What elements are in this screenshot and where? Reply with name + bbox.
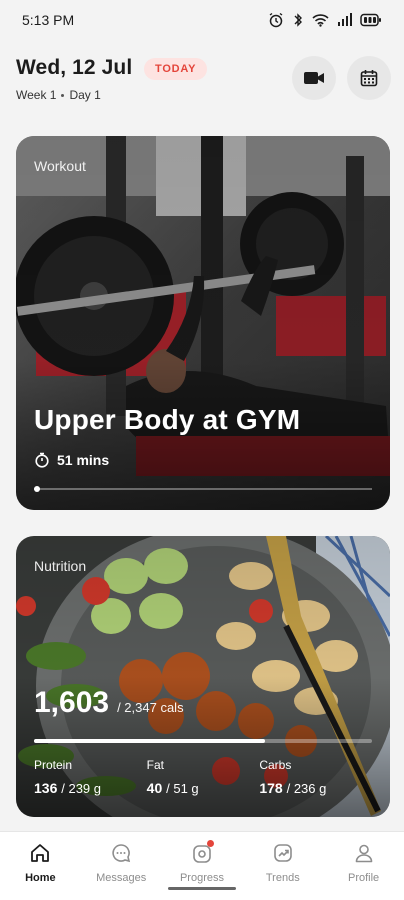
calorie-progress-bar — [34, 739, 372, 743]
separator-dot — [61, 93, 65, 97]
bluetooth-icon — [294, 13, 302, 27]
day-label: Day 1 — [69, 88, 101, 102]
video-button[interactable] — [292, 56, 336, 100]
status-bar: 5:13 PM — [0, 0, 404, 40]
alarm-icon — [269, 12, 283, 28]
status-time: 5:13 PM — [22, 12, 75, 28]
tab-label: Messages — [96, 872, 147, 884]
calendar-button[interactable] — [347, 56, 391, 100]
macro-value: 178 / 236 g — [259, 780, 327, 796]
macro-fat: Fat 40 / 51 g — [147, 758, 260, 796]
workout-card[interactable]: Workout Upper Body at GYM 51 mins — [16, 136, 390, 510]
home-indicator[interactable] — [168, 887, 236, 890]
tab-messages[interactable]: Messages — [81, 832, 162, 900]
chat-icon — [112, 844, 131, 863]
today-badge[interactable]: TODAY — [144, 58, 208, 80]
macro-value: 136 / 239 g — [34, 780, 102, 796]
week-day-line: Week 1 Day 1 — [16, 88, 101, 102]
calorie-progress-fill — [34, 739, 265, 743]
stopwatch-icon — [35, 452, 49, 468]
week-label: Week 1 — [16, 88, 57, 102]
macro-carbs: Carbs 178 / 236 g — [259, 758, 372, 796]
duration-text: 51 mins — [57, 452, 110, 468]
tab-profile[interactable]: Profile — [323, 832, 404, 900]
day-header: Wed, 12 Jul TODAY Week 1 Day 1 — [16, 52, 391, 108]
date-title: Wed, 12 Jul — [16, 56, 133, 79]
tab-label: Progress — [179, 872, 224, 884]
carousel-track — [34, 488, 372, 490]
profile-icon — [355, 844, 372, 863]
macro-row: Protein 136 / 239 g Fat 40 / 51 g Carbs … — [34, 758, 372, 796]
macro-label: Protein — [34, 758, 73, 772]
tab-trends[interactable]: Trends — [242, 832, 323, 900]
calories-total: / 2,347 cals — [117, 700, 184, 715]
video-camera-icon — [304, 72, 324, 84]
tab-label: Trends — [265, 872, 300, 884]
wifi-icon — [312, 14, 329, 27]
notification-dot — [206, 840, 214, 847]
tab-label: Home — [25, 872, 56, 884]
home-icon — [31, 844, 50, 862]
macro-label: Fat — [146, 758, 165, 772]
macro-value: 40 / 51 g — [146, 780, 199, 796]
calorie-summary: 1,603 / 2,347 cals — [34, 686, 184, 720]
battery-icon — [360, 13, 381, 27]
workout-title: Upper Body at GYM — [34, 404, 301, 435]
workout-label: Workout — [34, 158, 86, 174]
signal-icon — [338, 13, 352, 26]
nutrition-card[interactable]: Nutrition 1,603 / 2,347 cals Protein 136… — [16, 536, 390, 817]
tab-label: Profile — [347, 872, 380, 884]
trends-icon — [273, 844, 292, 862]
calendar-icon — [360, 70, 378, 87]
tab-home[interactable]: Home — [0, 832, 81, 900]
macro-label: Carbs — [259, 758, 292, 772]
status-icons — [268, 12, 382, 28]
workout-duration: 51 mins — [34, 452, 109, 468]
macro-protein: Protein 136 / 239 g — [34, 758, 147, 796]
calories-eaten: 1,603 — [34, 686, 110, 719]
nutrition-label: Nutrition — [34, 558, 87, 574]
carousel-indicator — [34, 486, 40, 492]
